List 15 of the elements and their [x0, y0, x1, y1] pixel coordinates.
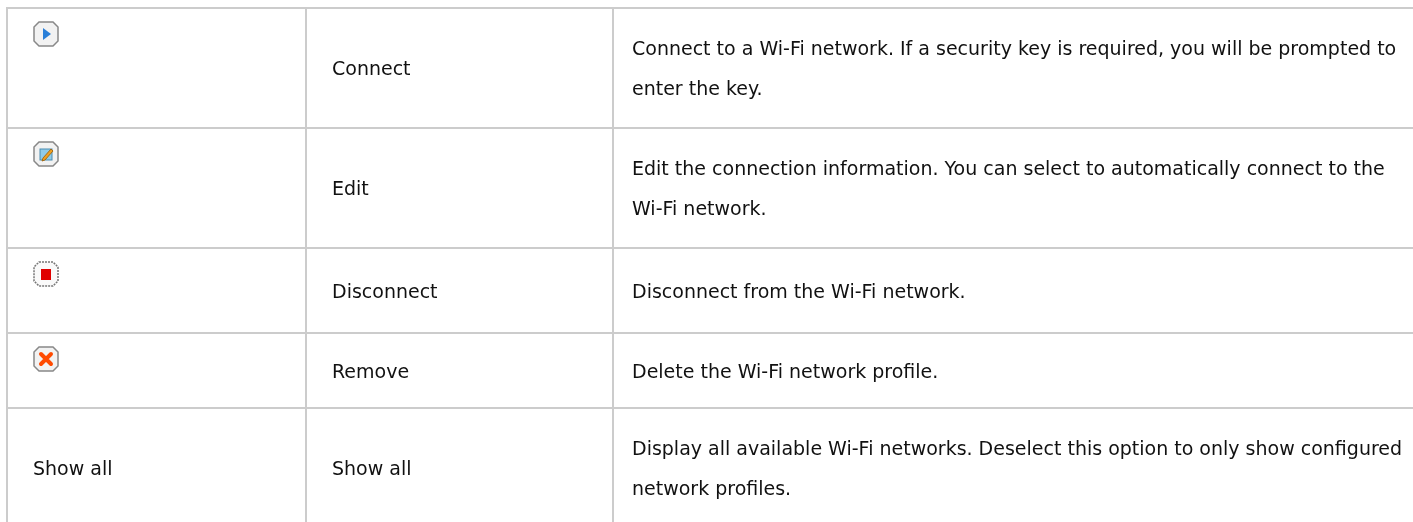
button-name: Remove [332, 358, 410, 384]
play-icon[interactable] [33, 21, 59, 47]
button-description: Edit the connection information. You can select to automatically connect to the Wi-Fi network. [632, 156, 1386, 221]
button-name: Connect [332, 56, 411, 81]
button-description: Delete the Wi-Fi network profile. [632, 358, 939, 384]
remove-icon[interactable] [33, 346, 59, 372]
pencil-icon[interactable] [33, 141, 59, 167]
button-name: Show all [332, 456, 412, 481]
button-name: Disconnect [332, 278, 438, 304]
button-description: Display all available Wi-Fi networks. Deselect this option to only show configured network profiles. [632, 436, 1404, 501]
stop-icon[interactable] [33, 261, 59, 287]
button-name: Edit [332, 176, 369, 201]
button-description: Disconnect from the Wi-Fi network. [632, 278, 966, 304]
button-description: Connect to a Wi-Fi network. If a security key is required, you will be prompted to enter the key. [632, 36, 1398, 101]
button-label: Show all [33, 456, 113, 481]
